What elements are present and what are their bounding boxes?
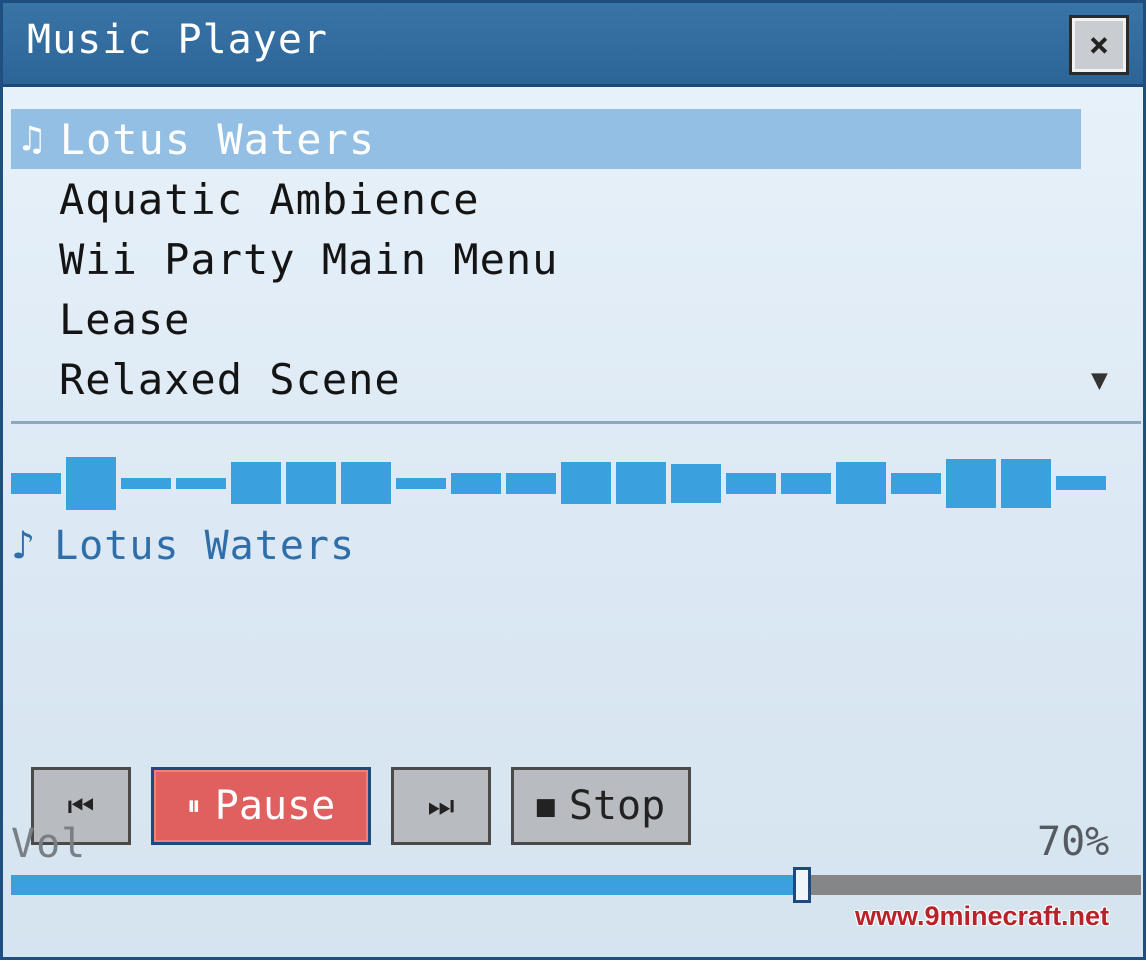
- watermark: www.9minecraft.net: [855, 901, 1110, 931]
- visualizer-bar: [11, 472, 61, 494]
- visualizer-bar: [286, 462, 336, 504]
- scroll-down-icon[interactable]: ▼: [1091, 363, 1108, 396]
- visualizer-bar: [561, 462, 611, 504]
- visualizer-bar: [946, 458, 996, 508]
- track-title: Aquatic Ambience: [59, 174, 480, 224]
- playlist: ♫ Lotus Waters Aquatic Ambience Wii Part…: [11, 109, 1081, 419]
- visualizer-bar: [781, 472, 831, 494]
- visualizer-bar: [726, 472, 776, 494]
- stop-button[interactable]: ■ Stop: [511, 767, 691, 845]
- playlist-item-relaxed-scene[interactable]: Relaxed Scene: [11, 349, 1081, 409]
- stop-label: Stop: [568, 783, 666, 829]
- audio-visualizer: [3, 443, 1143, 523]
- music-player-window: Music Player ⨯ ♫ Lotus Waters Aquatic Am…: [0, 0, 1146, 960]
- visualizer-bar: [176, 477, 226, 489]
- music-note-icon: ♫: [21, 118, 44, 160]
- stop-icon: ■: [536, 788, 555, 824]
- visualizer-bar: [506, 472, 556, 494]
- divider: [11, 421, 1141, 424]
- visualizer-bar: [341, 462, 391, 504]
- volume-fill: [11, 875, 802, 895]
- visualizer-bar: [891, 472, 941, 494]
- visualizer-bar: [451, 472, 501, 494]
- close-button[interactable]: ⨯: [1069, 15, 1129, 75]
- playlist-item-aquatic-ambience[interactable]: Aquatic Ambience: [11, 169, 1081, 229]
- pause-icon: ⏸: [186, 789, 201, 822]
- playlist-item-wii-party-main-menu[interactable]: Wii Party Main Menu: [11, 229, 1081, 289]
- visualizer-bar: [121, 477, 171, 489]
- title-bar[interactable]: Music Player ⨯: [3, 3, 1143, 87]
- visualizer-bar: [616, 462, 666, 504]
- now-playing-title: Lotus Waters: [54, 523, 356, 569]
- visualizer-bar: [1056, 476, 1106, 490]
- close-icon: ⨯: [1088, 25, 1110, 65]
- next-icon: ⏭: [427, 788, 455, 824]
- volume-percent: 70%: [1037, 819, 1110, 865]
- track-title: Wii Party Main Menu: [59, 234, 559, 284]
- playlist-item-lotus-waters[interactable]: ♫ Lotus Waters: [11, 109, 1081, 169]
- now-playing: ♪ Lotus Waters: [11, 523, 355, 569]
- playlist-item-lease[interactable]: Lease: [11, 289, 1081, 349]
- visualizer-bar: [671, 463, 721, 503]
- music-note-icon: ♪: [11, 523, 37, 569]
- visualizer-bar: [66, 456, 116, 510]
- visualizer-bar: [836, 462, 886, 504]
- volume-slider-handle[interactable]: [793, 867, 811, 903]
- volume-label: Vol: [11, 821, 87, 867]
- pause-label: Pause: [214, 783, 336, 829]
- track-title: Lotus Waters: [59, 114, 376, 164]
- previous-icon: ⏮: [67, 788, 95, 824]
- visualizer-bar: [1001, 458, 1051, 508]
- visualizer-bar: [396, 477, 446, 489]
- next-button[interactable]: ⏭: [391, 767, 491, 845]
- window-title: Music Player: [27, 17, 328, 63]
- visualizer-bar: [231, 462, 281, 504]
- track-title: Lease: [59, 294, 191, 344]
- volume-slider[interactable]: [11, 867, 1141, 903]
- pause-button[interactable]: ⏸ Pause: [151, 767, 371, 845]
- track-title: Relaxed Scene: [59, 354, 401, 404]
